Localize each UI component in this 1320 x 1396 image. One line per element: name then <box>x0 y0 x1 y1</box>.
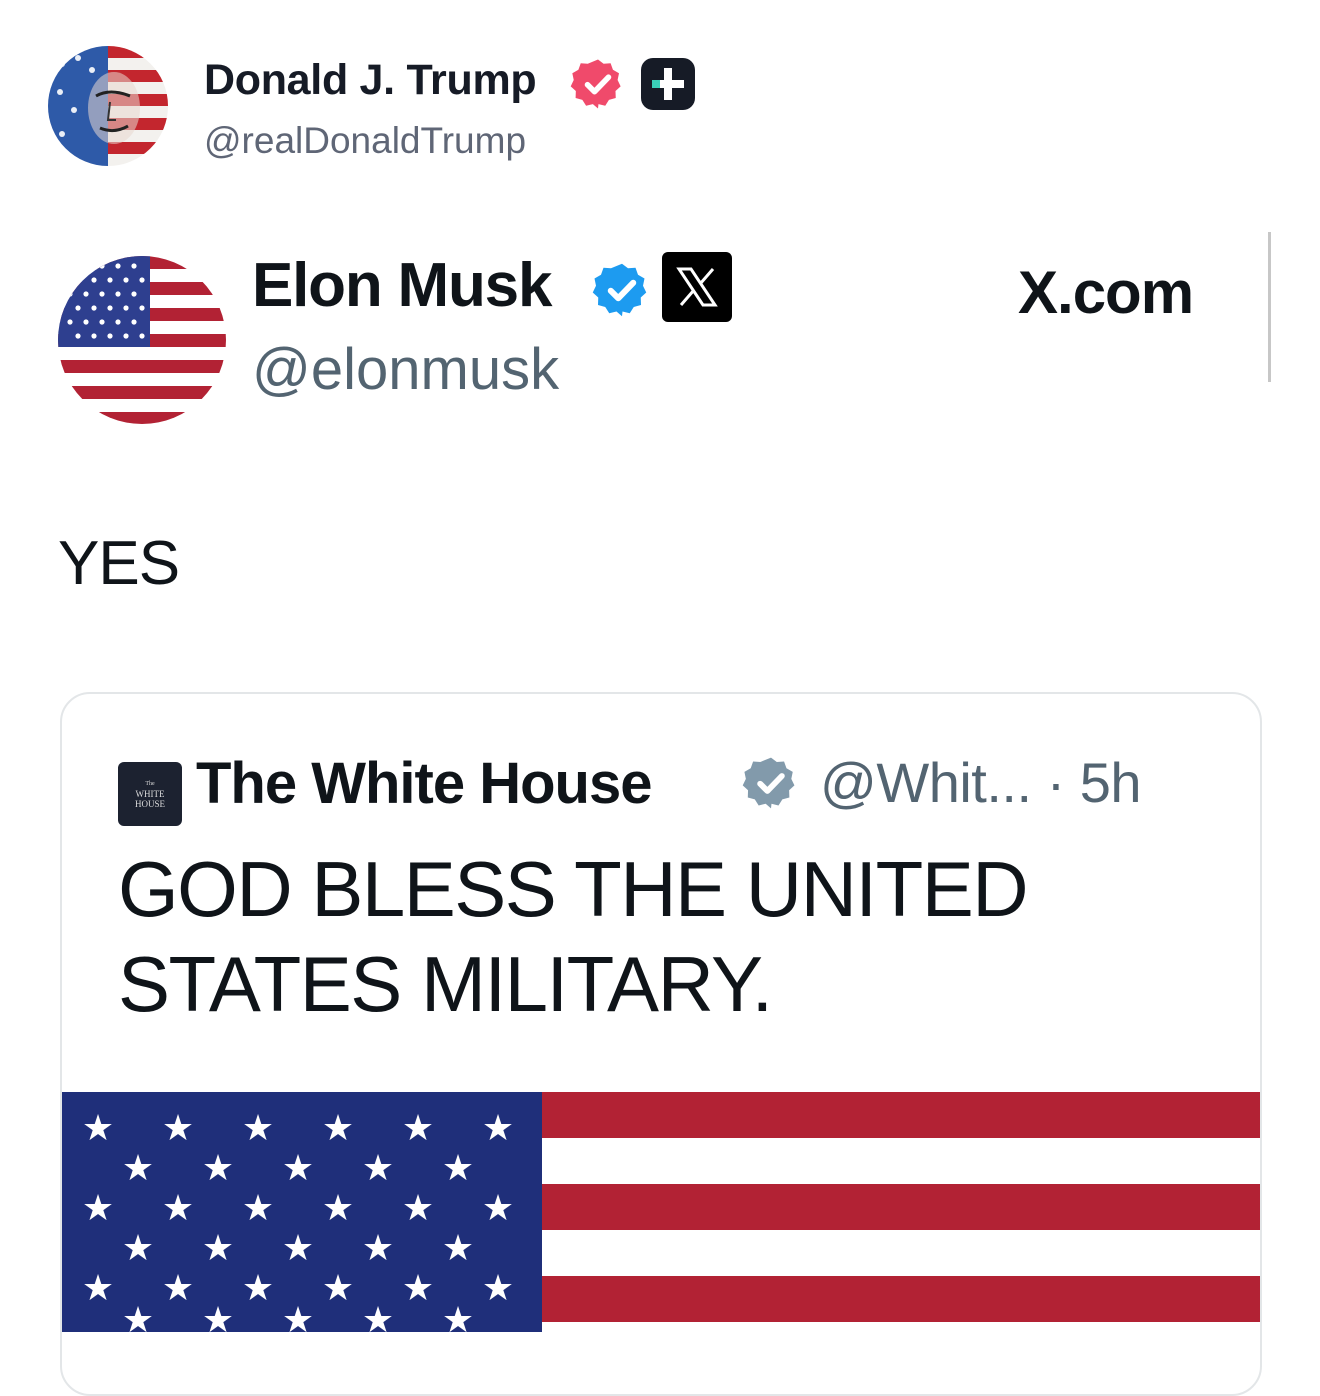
svg-text:★: ★ <box>362 1300 394 1332</box>
svg-text:★: ★ <box>282 1228 314 1269</box>
verified-badge-icon <box>570 56 626 112</box>
logo-line: The <box>145 781 155 787</box>
american-flag-image: ★ ★ ★ ★ ★ ★ ★ ★ ★ ★ ★ ★ ★ ★ ★ ★ ★ ★ ★ ★ ★ ★ ★ ★ ★ ★ ★ ★ ★ ★ ★ ★ ★ <box>62 1092 1260 1332</box>
svg-text:★: ★ <box>202 1300 234 1332</box>
svg-text:★: ★ <box>82 1268 114 1309</box>
svg-text:★: ★ <box>282 1300 314 1332</box>
svg-text:★: ★ <box>402 1188 434 1229</box>
svg-text:★: ★ <box>122 1300 154 1332</box>
logo-line: WHITE <box>135 789 165 799</box>
screenshot-author-avatar <box>58 256 226 424</box>
svg-text:★: ★ <box>442 1228 474 1269</box>
svg-text:★: ★ <box>482 1188 514 1229</box>
svg-text:★: ★ <box>442 1300 474 1332</box>
svg-text:★: ★ <box>322 1188 354 1229</box>
svg-text:★: ★ <box>482 1108 514 1149</box>
svg-text:★: ★ <box>482 1268 514 1309</box>
author-avatar[interactable] <box>48 46 168 166</box>
svg-text:★: ★ <box>402 1268 434 1309</box>
government-verified-icon <box>742 754 800 812</box>
divider <box>1268 232 1271 382</box>
quoted-post-text: GOD BLESS THE UNITED STATES MILITARY. <box>118 845 1029 1028</box>
quoted-author-name: The White House <box>196 751 652 816</box>
svg-text:★: ★ <box>282 1148 314 1189</box>
x-logo-icon <box>662 252 732 322</box>
svg-text:★: ★ <box>122 1228 154 1269</box>
white-house-logo: The WHITE HOUSE <box>118 762 182 826</box>
author-name[interactable]: Donald J. Trump <box>204 56 537 105</box>
svg-text:★: ★ <box>202 1148 234 1189</box>
verified-badge-icon <box>592 260 652 320</box>
svg-text:★: ★ <box>242 1188 274 1229</box>
svg-text:★: ★ <box>162 1108 194 1149</box>
site-label: X.com <box>1018 259 1194 326</box>
svg-text:★: ★ <box>362 1228 394 1269</box>
logo-line: HOUSE <box>134 799 165 809</box>
svg-text:★: ★ <box>242 1268 274 1309</box>
screenshot-author-name: Elon Musk <box>252 251 552 320</box>
svg-text:★: ★ <box>162 1188 194 1229</box>
flag-portrait-avatar <box>48 46 168 166</box>
svg-text:★: ★ <box>322 1108 354 1149</box>
quoted-post-card: The WHITE HOUSE The White House @Whit...… <box>60 692 1262 1396</box>
svg-text:★: ★ <box>122 1148 154 1189</box>
flag-avatar-icon <box>58 256 226 424</box>
svg-text:★: ★ <box>442 1148 474 1189</box>
svg-text:★: ★ <box>242 1108 274 1149</box>
svg-text:★: ★ <box>82 1108 114 1149</box>
svg-text:★: ★ <box>362 1148 394 1189</box>
svg-text:★: ★ <box>322 1268 354 1309</box>
quoted-handle-time: @Whit... · 5h <box>820 751 1142 814</box>
svg-text:★: ★ <box>162 1268 194 1309</box>
author-handle[interactable]: @realDonaldTrump <box>204 120 526 162</box>
svg-text:★: ★ <box>402 1108 434 1149</box>
svg-text:★: ★ <box>202 1228 234 1269</box>
svg-text:★: ★ <box>82 1188 114 1229</box>
plus-badge-icon <box>639 56 697 112</box>
post-text: YES <box>58 529 180 598</box>
screenshot-author-handle: @elonmusk <box>252 337 560 402</box>
